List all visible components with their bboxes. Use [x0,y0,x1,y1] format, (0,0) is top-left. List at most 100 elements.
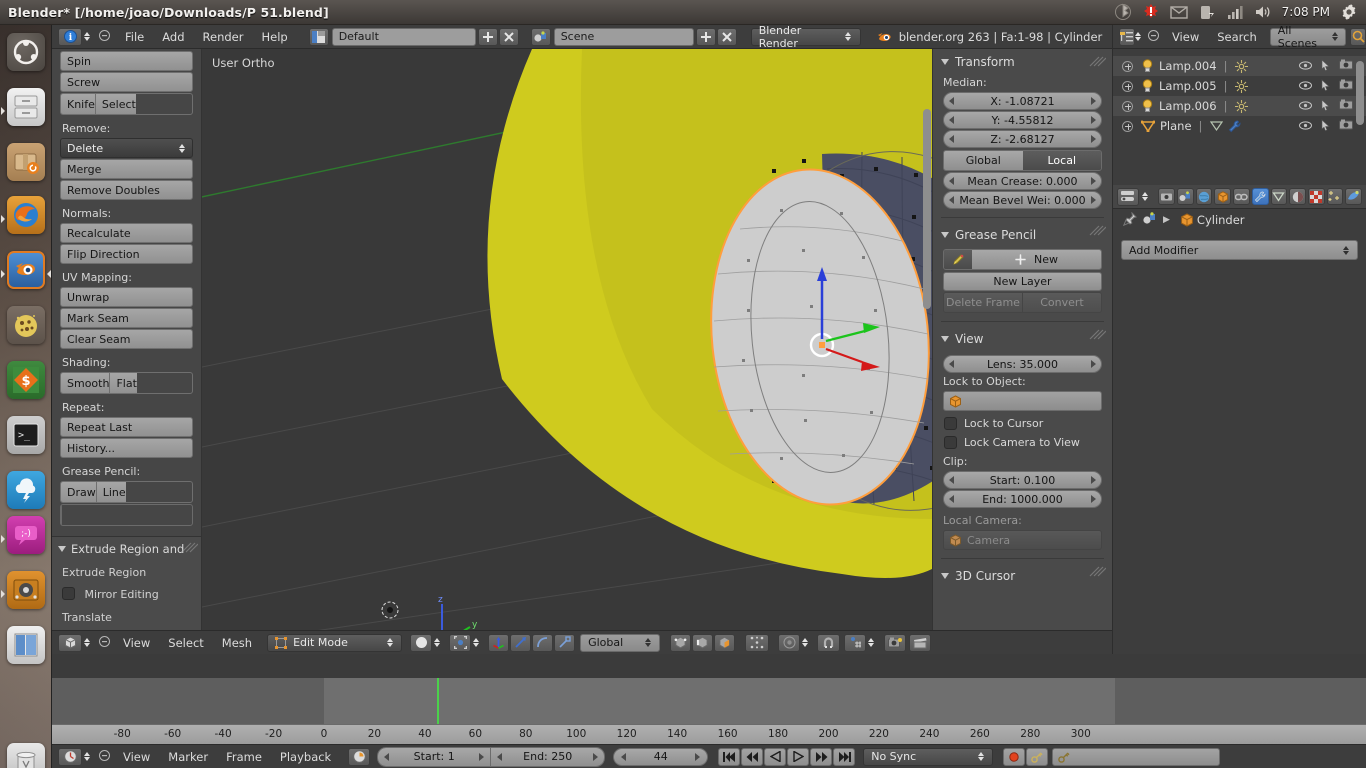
lamp-data-icon[interactable] [1235,79,1249,93]
pin-icon[interactable] [1122,211,1137,229]
tl-menu-marker[interactable]: Marker [159,745,217,768]
gp-delete-frame-button[interactable]: Delete Frame [944,293,1023,312]
cursor-panel-header[interactable]: 3D Cursor [933,563,1112,588]
local-camera-field[interactable]: Camera [943,530,1102,550]
tool-repeat-last[interactable]: Repeat Last [60,417,193,437]
manipulator-toggle-icon[interactable] [488,633,510,652]
rotate-icon[interactable] [532,633,554,652]
cursor-arrow-icon[interactable] [1321,98,1330,114]
tool-flat[interactable]: Flat [110,373,137,393]
gear-icon[interactable] [1340,3,1358,21]
current-frame-field[interactable]: 44 [613,747,709,766]
limit-selection-icon[interactable] [745,633,770,652]
plus-icon[interactable] [477,27,498,46]
menu-render[interactable]: Render [194,25,253,49]
tool-unwrap[interactable]: Unwrap [60,287,193,307]
increment-arrow-icon[interactable] [1091,495,1096,503]
snap-magnet-icon[interactable] [817,633,841,652]
menu-file[interactable]: File [116,25,153,49]
render-tab[interactable] [1158,188,1176,205]
outliner-editor-icon[interactable] [1119,27,1135,46]
proportional-edit-icon[interactable] [778,633,801,652]
safe-icon[interactable] [7,571,45,609]
render-opengl-icon[interactable] [884,633,907,652]
mean-crease-field[interactable]: Mean Crease: 0.000 [943,172,1102,190]
camera-icon[interactable] [1339,119,1353,133]
outliner-row-lamp004[interactable]: Lamp.004 | [1113,56,1366,76]
mail-icon[interactable] [1169,3,1188,21]
expand-icon[interactable] [1122,80,1133,92]
expand-icon[interactable] [1122,100,1133,112]
median-x-field[interactable]: X: -1.08721 [943,92,1102,110]
camera-icon[interactable] [1339,79,1353,93]
timeline-editor-icon[interactable] [58,747,82,766]
tool-knife-select[interactable]: Select [95,94,136,114]
scene-icon[interactable] [1143,212,1157,228]
info-editor-icon[interactable]: i [58,27,82,46]
editor-type-spinner[interactable] [82,32,91,41]
outliner-menu-search[interactable]: Search [1208,25,1266,49]
3dview-editor-icon[interactable] [58,633,82,652]
terminal-icon[interactable]: >_ [7,416,45,454]
editor-type-spinner[interactable] [82,638,91,647]
preview-range-icon[interactable] [348,747,371,766]
battery-icon[interactable] [1198,3,1216,21]
pivot-spinner[interactable] [471,638,480,647]
eye-icon[interactable] [1299,119,1312,133]
tool-delete-dropdown[interactable]: Delete [60,138,193,158]
global-toggle[interactable]: Global [944,151,1023,170]
mode-dropdown[interactable]: Edit Mode [267,633,403,652]
scene-icon[interactable] [530,27,551,46]
mean-bevel-weight-field[interactable]: Mean Bevel Wei: 0.000 [943,191,1102,209]
tool-recalculate[interactable]: Recalculate [60,223,193,243]
play-icon[interactable] [787,747,810,766]
plus-icon[interactable] [695,27,716,46]
cursor-arrow-icon[interactable] [1321,118,1330,134]
material-tab[interactable] [1289,188,1306,205]
expand-icon[interactable] [1122,60,1133,72]
menu-add[interactable]: Add [153,25,193,49]
constraints-tab[interactable] [1233,188,1250,205]
world-tab[interactable] [1195,188,1213,205]
mirror-editing-checkbox-row[interactable]: Mirror Editing [62,587,201,601]
view-panel-header[interactable]: View [933,326,1112,351]
expand-icon[interactable] [1122,120,1133,132]
cursor-arrow-icon[interactable] [1321,58,1330,74]
transform-panel-header[interactable]: Transform [933,49,1112,74]
pivot-median-icon[interactable] [449,633,472,652]
viewport-canvas[interactable]: z y x [202,49,932,654]
sync-mode-dropdown[interactable]: No Sync [863,747,994,766]
outliner-scrollbar[interactable] [1356,61,1364,125]
collapse-menus-icon[interactable] [99,749,110,764]
cursor-arrow-icon[interactable] [1321,78,1330,94]
modifiers-tab[interactable] [1251,188,1269,205]
clip-end-field[interactable]: End: 1000.000 [943,490,1102,508]
lamp-data-icon[interactable] [1235,99,1249,113]
median-y-field[interactable]: Y: -4.55812 [943,111,1102,129]
outliner-row-lamp005[interactable]: Lamp.005 | [1113,76,1366,96]
update-alert-icon[interactable] [1142,3,1160,21]
tool-gp-draw[interactable]: Draw [61,482,97,502]
eye-icon[interactable] [1299,59,1312,73]
decrement-arrow-icon[interactable] [497,752,503,761]
vp-menu-mesh[interactable]: Mesh [213,631,261,655]
checkbox-icon[interactable] [62,587,75,600]
screen-layout-icon[interactable] [308,27,329,46]
keying-set-field[interactable] [1052,747,1221,766]
screen-layout-field[interactable]: Default [331,27,476,46]
tool-knife[interactable]: Knife [61,94,96,114]
end-frame-field[interactable]: End: 250 [491,747,605,766]
increment-arrow-icon[interactable] [593,752,599,761]
scene-field[interactable]: Scene [553,27,694,46]
record-icon[interactable] [1003,747,1026,766]
play-reverse-icon[interactable] [764,747,787,766]
eye-icon[interactable] [1299,99,1312,113]
scene-tab[interactable] [1177,188,1194,205]
snap-element-spinner[interactable] [866,638,875,647]
gp-new-layer-button[interactable]: New Layer [943,272,1102,291]
prev-keyframe-icon[interactable] [741,747,764,766]
trash-icon[interactable] [7,743,45,768]
camera-icon[interactable] [1339,59,1353,73]
translate-icon[interactable] [510,633,532,652]
network-icon[interactable] [1226,3,1244,21]
